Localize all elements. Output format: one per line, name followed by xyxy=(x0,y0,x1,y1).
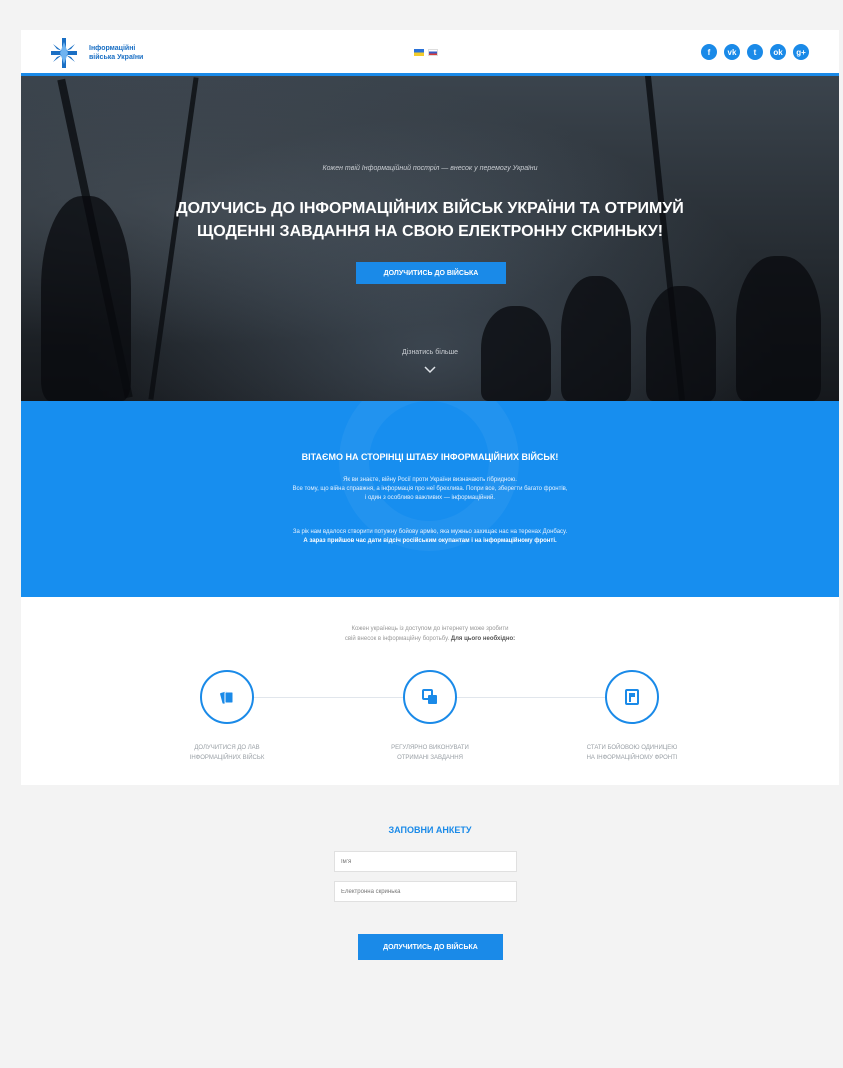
language-switcher xyxy=(414,49,438,56)
logo-text: Інформаційні війська України xyxy=(89,44,143,62)
logo[interactable]: Інформаційні війська України xyxy=(51,38,143,68)
hero-title: Долучись до інформаційних військ України… xyxy=(21,197,839,243)
vk-icon[interactable]: vk xyxy=(724,44,740,60)
step-label: Долучитися до лав інформаційних військ xyxy=(157,743,297,763)
step-label-line: інформаційних військ xyxy=(189,755,265,761)
twitter-icon[interactable]: t xyxy=(747,44,763,60)
step-circle xyxy=(403,670,457,724)
step-label: Регулярно виконувати отримані завдання xyxy=(360,743,500,763)
tasks-icon xyxy=(422,689,437,704)
step-label-line: на інформаційному фронті xyxy=(586,755,678,761)
step-circle xyxy=(200,670,254,724)
step-label-line: Стати бойовою одиницею xyxy=(586,745,678,751)
chevron-down-icon[interactable] xyxy=(424,364,436,376)
step-label: Стати бойовою одиницею на інформаційному… xyxy=(562,743,702,763)
hero-photo-figure xyxy=(561,276,631,401)
steps-intro: Кожен українець із доступом до інтернету… xyxy=(21,624,839,644)
step-item: Регулярно виконувати отримані завдання xyxy=(360,670,500,763)
form-title: Заповни анкету xyxy=(388,825,472,835)
steps-intro-line-1: Кожен українець із доступом до інтернету… xyxy=(351,626,509,632)
email-input[interactable] xyxy=(334,881,517,902)
googleplus-icon[interactable]: g+ xyxy=(793,44,809,60)
page: Інформаційні війська України f vk t ok g… xyxy=(21,30,839,1068)
site-header: Інформаційні війська України f vk t ok g… xyxy=(21,30,839,76)
hero-photo-figure xyxy=(736,256,821,401)
name-input[interactable] xyxy=(334,851,517,872)
odnoklassniki-icon[interactable]: ok xyxy=(770,44,786,60)
ukrainian-flag-icon[interactable] xyxy=(414,49,424,56)
hero-photo-figure xyxy=(646,286,716,401)
cards-icon xyxy=(220,691,234,704)
hero-title-line-2: щоденні завдання на свою електронну скри… xyxy=(196,223,664,240)
welcome-text: Як ви знаєте, війну Росії проти України … xyxy=(343,477,517,483)
join-army-button[interactable]: Долучитись до війська xyxy=(356,262,506,284)
steps-intro-text: свій внесок в інформаційну боротьбу. xyxy=(344,636,450,642)
steps-section: Кожен українець із доступом до інтернету… xyxy=(21,597,839,785)
logo-line-2: війська України xyxy=(89,54,144,61)
step-item: Стати бойовою одиницею на інформаційному… xyxy=(562,670,702,763)
welcome-text: За рік нам вдалося створити потужну бойо… xyxy=(292,529,568,535)
step-circle xyxy=(605,670,659,724)
facebook-icon[interactable]: f xyxy=(701,44,717,60)
learn-more-link[interactable]: Дізнатись більше xyxy=(21,349,839,356)
steps-intro-bold: Для цього необхідно: xyxy=(450,636,516,642)
step-item: Долучитися до лав інформаційних військ xyxy=(157,670,297,763)
welcome-paragraph-2: За рік нам вдалося створити потужну бойо… xyxy=(21,528,839,546)
step-label-line: Регулярно виконувати xyxy=(391,745,469,751)
welcome-text: Все тому, що війна справжня, а інформаці… xyxy=(292,486,568,492)
step-label-line: Долучитися до лав xyxy=(194,745,260,751)
logo-line-1: Інформаційні xyxy=(89,45,136,52)
steps-intro-line-2: свій внесок в інформаційну боротьбу. Для… xyxy=(21,634,839,644)
welcome-paragraph-1: Як ви знаєте, війну Росії проти України … xyxy=(21,476,839,503)
hero-title-line-1: Долучись до інформаційних військ України… xyxy=(176,200,684,217)
welcome-text: і один з особливо важливих — інформаційн… xyxy=(364,495,496,501)
logo-emblem-icon xyxy=(51,38,77,68)
hero-section: Кожен твій Інформаційний постріл — внесо… xyxy=(21,76,839,401)
flag-icon xyxy=(625,689,639,705)
welcome-title: Вітаємо на сторінці штабу інформаційних … xyxy=(301,452,559,462)
welcome-section: Вітаємо на сторінці штабу інформаційних … xyxy=(21,401,839,597)
russian-flag-icon[interactable] xyxy=(428,49,438,56)
hero-caption: Кожен твій Інформаційний постріл — внесо… xyxy=(322,165,538,172)
signup-form-section: Заповни анкету Долучитись до війська xyxy=(21,785,839,1068)
step-label-line: отримані завдання xyxy=(397,755,463,761)
social-links: f vk t ok g+ xyxy=(701,44,809,60)
submit-join-button[interactable]: Долучитись до війська xyxy=(358,934,503,960)
welcome-text-bold: А зараз прийшов час дати відсіч російськ… xyxy=(303,538,557,544)
